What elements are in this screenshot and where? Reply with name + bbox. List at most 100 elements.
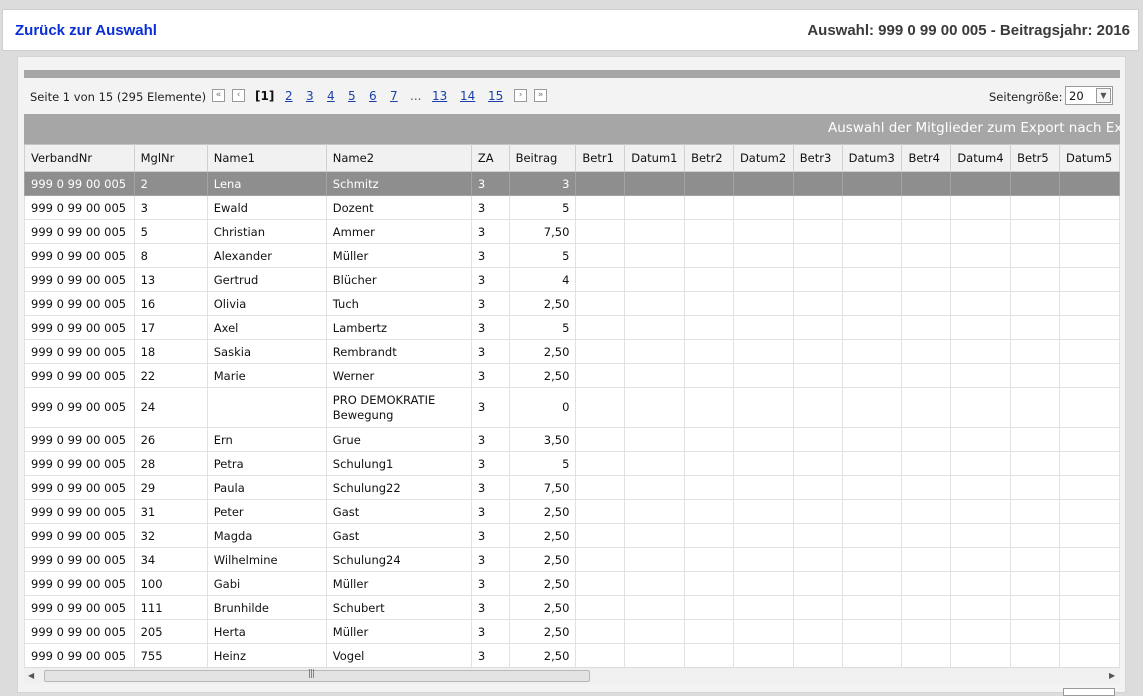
page-link-7[interactable]: 7	[390, 89, 398, 103]
cell-datum3	[841, 499, 903, 524]
table-row[interactable]: 999 0 99 00 005 16 Olivia Tuch 3 2,50	[24, 291, 1120, 316]
scrollbar-thumb[interactable]: |||	[44, 669, 590, 682]
column-header-datum5[interactable]: Datum5	[1059, 144, 1120, 172]
cell-betr2	[684, 595, 734, 620]
cell-betr4	[901, 451, 952, 476]
cell-datum3	[841, 643, 903, 667]
cell-mgl: 16	[133, 291, 208, 316]
cell-datum3	[841, 243, 903, 268]
column-header-name1[interactable]: Name1	[206, 144, 327, 172]
table-row[interactable]: 999 0 99 00 005 100 Gabi Müller 3 2,50	[24, 571, 1120, 596]
table-row[interactable]: 999 0 99 00 005 5 Christian Ammer 3 7,50	[24, 219, 1120, 244]
cell-betr1	[575, 363, 626, 388]
table-row[interactable]: 999 0 99 00 005 32 Magda Gast 3 2,50	[24, 523, 1120, 548]
cell-betr3	[792, 195, 843, 220]
column-header-datum2[interactable]: Datum2	[732, 144, 794, 172]
column-header-beitrag[interactable]: Beitrag	[508, 144, 577, 172]
table-row[interactable]: 999 0 99 00 005 29 Paula Schulung22 3 7,50	[24, 475, 1120, 500]
page-size-label: Seitengröße:	[989, 90, 1063, 104]
cell-datum3	[841, 291, 903, 316]
table-row[interactable]: 999 0 99 00 005 28 Petra Schulung1 3 5	[24, 451, 1120, 476]
column-header-mglnr[interactable]: MglNr	[133, 144, 208, 172]
cell-verband: 999 0 99 00 005	[24, 547, 135, 572]
table-row[interactable]: 999 0 99 00 005 2 Lena Schmitz 3 3	[24, 171, 1120, 196]
cell-name1: Lena	[206, 171, 327, 196]
arrow-right-icon[interactable]: ▶	[1109, 671, 1115, 680]
table-row[interactable]: 999 0 99 00 005 22 Marie Werner 3 2,50	[24, 363, 1120, 388]
table-row[interactable]: 999 0 99 00 005 34 Wilhelmine Schulung24 3 2,…	[24, 547, 1120, 572]
table-row[interactable]: 999 0 99 00 005 17 Axel Lambertz 3 5	[24, 315, 1120, 340]
cell-name2: Gast	[325, 523, 472, 548]
cell-betr2	[684, 267, 734, 292]
column-header-name2[interactable]: Name2	[325, 144, 472, 172]
page-link-13[interactable]: 13	[432, 89, 447, 103]
table-row[interactable]: 999 0 99 00 005 8 Alexander Müller 3 5	[24, 243, 1120, 268]
cell-datum3	[841, 475, 903, 500]
table-row[interactable]: 999 0 99 00 005 31 Peter Gast 3 2,50	[24, 499, 1120, 524]
cell-za: 3	[470, 291, 510, 316]
column-header-betr1[interactable]: Betr1	[575, 144, 626, 172]
cell-datum1	[624, 387, 686, 428]
table-row[interactable]: 999 0 99 00 005 24 PRO DEMOKRATIE Bewegung…	[24, 387, 1120, 428]
cell-datum2	[732, 643, 794, 667]
page-link-15[interactable]: 15	[488, 89, 503, 103]
back-to-selection-link[interactable]: Zurück zur Auswahl	[15, 22, 157, 39]
cell-datum4	[950, 315, 1012, 340]
column-header-datum3[interactable]: Datum3	[841, 144, 903, 172]
cell-betr3	[792, 475, 843, 500]
arrow-left-icon[interactable]: ◀	[28, 671, 34, 680]
table-row[interactable]: 999 0 99 00 005 205 Herta Müller 3 2,50	[24, 619, 1120, 644]
column-header-betr5[interactable]: Betr5	[1010, 144, 1061, 172]
table-row[interactable]: 999 0 99 00 005 13 Gertrud Blücher 3 4	[24, 267, 1120, 292]
horizontal-scrollbar[interactable]: ◀ ||| ▶	[24, 667, 1120, 684]
first-page-button[interactable]: «	[212, 89, 225, 102]
column-header-datum1[interactable]: Datum1	[624, 144, 686, 172]
page-link-2[interactable]: 2	[285, 89, 293, 103]
page-link-4[interactable]: 4	[327, 89, 335, 103]
current-page: [1]	[255, 89, 275, 103]
cell-datum2	[732, 195, 794, 220]
cell-mgl: 18	[133, 339, 208, 364]
page-link-6[interactable]: 6	[369, 89, 377, 103]
cell-za: 3	[470, 499, 510, 524]
last-page-button[interactable]: »	[534, 89, 547, 102]
cell-datum2	[732, 219, 794, 244]
cell-betr5	[1010, 595, 1061, 620]
column-header-datum4[interactable]: Datum4	[950, 144, 1012, 172]
cell-betr1	[575, 315, 626, 340]
chevron-down-icon[interactable]: ▼	[1096, 88, 1111, 103]
cell-name2: Grue	[325, 427, 472, 452]
cell-za: 3	[470, 267, 510, 292]
page-link-3[interactable]: 3	[306, 89, 314, 103]
table-row[interactable]: 999 0 99 00 005 755 Heinz Vogel 3 2,50	[24, 643, 1120, 667]
page-size-select[interactable]: 20 ▼	[1065, 86, 1113, 105]
cell-datum1	[624, 571, 686, 596]
prev-page-button[interactable]: ‹	[232, 89, 245, 102]
cell-mgl: 31	[133, 499, 208, 524]
column-header-verbandnr[interactable]: VerbandNr	[24, 144, 135, 172]
table-row[interactable]: 999 0 99 00 005 18 Saskia Rembrandt 3 2,50	[24, 339, 1120, 364]
column-header-betr3[interactable]: Betr3	[792, 144, 843, 172]
table-row[interactable]: 999 0 99 00 005 3 Ewald Dozent 3 5	[24, 195, 1120, 220]
cell-datum2	[732, 427, 794, 452]
cell-betr2	[684, 619, 734, 644]
cell-betr2	[684, 571, 734, 596]
table-row[interactable]: 999 0 99 00 005 111 Brunhilde Schubert 3 2,50	[24, 595, 1120, 620]
cell-za: 3	[470, 195, 510, 220]
cell-betr5	[1010, 267, 1061, 292]
table-row[interactable]: 999 0 99 00 005 26 Ern Grue 3 3,50	[24, 427, 1120, 452]
cell-datum1	[624, 499, 686, 524]
cell-name2: Rembrandt	[325, 339, 472, 364]
bottom-page-size-select[interactable]	[1063, 688, 1115, 696]
column-header-betr4[interactable]: Betr4	[901, 144, 952, 172]
cell-za: 3	[470, 219, 510, 244]
column-header-za[interactable]: ZA	[470, 144, 510, 172]
page-link-14[interactable]: 14	[460, 89, 475, 103]
column-header-betr2[interactable]: Betr2	[684, 144, 734, 172]
cell-datum2	[732, 243, 794, 268]
cell-datum3	[841, 427, 903, 452]
cell-name2: Schmitz	[325, 171, 472, 196]
cell-betr5	[1010, 499, 1061, 524]
page-link-5[interactable]: 5	[348, 89, 356, 103]
next-page-button[interactable]: ›	[514, 89, 527, 102]
